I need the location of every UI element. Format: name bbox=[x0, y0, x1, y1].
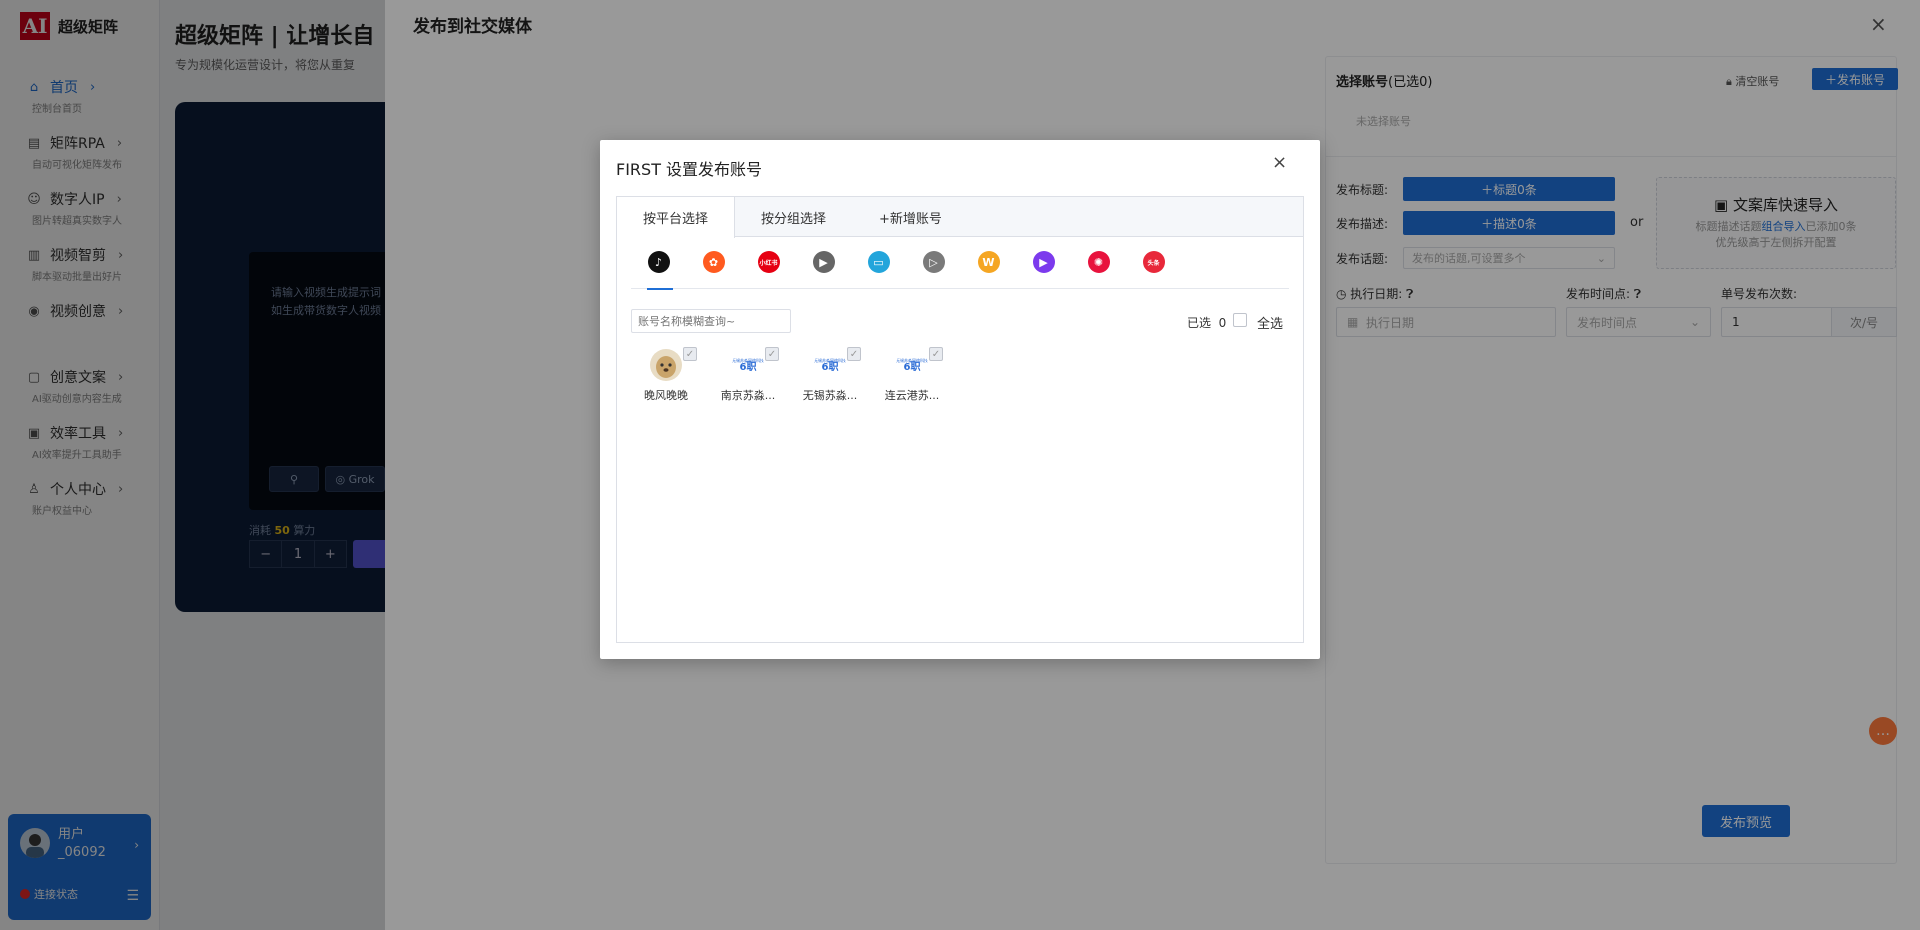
modal-title: FIRST 设置发布账号 bbox=[616, 160, 763, 179]
account-list: ✓ 晚风晚晚 无锡苏淼网络科技 6职 ✓ 南京苏淼... 无锡苏淼网络科技 6职 ✓ 无锡苏淼..… bbox=[631, 347, 947, 403]
platform-kuaishou-lite[interactable]: ✺ bbox=[1071, 251, 1126, 289]
account-search-input[interactable] bbox=[631, 309, 791, 333]
platform-weibo[interactable]: W bbox=[961, 251, 1016, 289]
weibo-icon: W bbox=[977, 251, 1000, 273]
platform-kuaishou[interactable]: ✿ bbox=[686, 251, 741, 289]
account-name: 无锡苏淼... bbox=[802, 389, 858, 402]
account-checkbox[interactable]: ✓ bbox=[765, 347, 779, 361]
shipinhao-icon: ▶ bbox=[812, 251, 835, 273]
platform-xiaohongshu[interactable]: 小红书 bbox=[741, 251, 796, 289]
platform-haokan[interactable]: ▶ bbox=[1016, 251, 1071, 289]
avatar: 无锡苏淼网络科技 6职 bbox=[732, 349, 764, 381]
tab-add-account[interactable]: +新增账号 bbox=[853, 197, 969, 237]
toutiao-icon: 头条 bbox=[1142, 251, 1165, 273]
tab-by-platform[interactable]: 按平台选择 bbox=[617, 197, 736, 238]
haokan-icon: ▶ bbox=[1032, 251, 1055, 273]
avatar: 无锡苏淼网络科技 6职 bbox=[896, 349, 928, 381]
platform-bilibili[interactable]: ▭ bbox=[851, 251, 906, 289]
account-item[interactable]: ✓ 晚风晚晚 bbox=[631, 347, 701, 403]
platform-shipinhao[interactable]: ▶ bbox=[796, 251, 851, 289]
kuaishou-lite-icon: ✺ bbox=[1087, 251, 1110, 273]
account-item[interactable]: 无锡苏淼网络科技 6职 ✓ 南京苏淼... bbox=[713, 347, 783, 403]
platform-list: ♪ ✿ 小红书 ▶ ▭ ▷ W ▶ ✺ 头条 bbox=[631, 251, 1289, 290]
xigua-icon: ▷ bbox=[922, 251, 945, 273]
avatar bbox=[650, 349, 682, 381]
platform-douyin[interactable]: ♪ bbox=[631, 251, 686, 290]
account-checkbox[interactable]: ✓ bbox=[683, 347, 697, 361]
account-checkbox[interactable]: ✓ bbox=[847, 347, 861, 361]
account-name: 连云港苏... bbox=[884, 389, 940, 402]
douyin-icon: ♪ bbox=[647, 251, 670, 273]
select-all-checkbox[interactable] bbox=[1233, 313, 1247, 327]
bilibili-icon: ▭ bbox=[867, 251, 890, 273]
xiaohongshu-icon: 小红书 bbox=[757, 251, 780, 273]
kuaishou-icon: ✿ bbox=[702, 251, 725, 273]
close-icon[interactable]: × bbox=[1272, 152, 1287, 173]
modal-body: 按平台选择 按分组选择 +新增账号 ♪✿小红书▶▭▷W▶✺头条 已选 0 全选 … bbox=[616, 196, 1304, 643]
account-name: 晚风晚晚 bbox=[644, 389, 688, 402]
tab-by-group[interactable]: 按分组选择 bbox=[735, 197, 853, 237]
platform-toutiao[interactable]: 头条 bbox=[1126, 251, 1181, 289]
account-checkbox[interactable]: ✓ bbox=[929, 347, 943, 361]
selected-count: 已选 0 bbox=[1187, 316, 1227, 330]
account-item[interactable]: 无锡苏淼网络科技 6职 ✓ 连云港苏... bbox=[877, 347, 947, 403]
tab-bar: 按平台选择 按分组选择 +新增账号 bbox=[617, 197, 1303, 238]
account-name: 南京苏淼... bbox=[720, 389, 776, 402]
avatar: 无锡苏淼网络科技 6职 bbox=[814, 349, 846, 381]
account-select-modal: FIRST 设置发布账号 × 按平台选择 按分组选择 +新增账号 ♪ ✿ 小红书 ▶ ▭… bbox=[600, 140, 1320, 659]
platform-xigua[interactable]: ▷ bbox=[906, 251, 961, 289]
account-item[interactable]: 无锡苏淼网络科技 6职 ✓ 无锡苏淼... bbox=[795, 347, 865, 403]
select-all-label[interactable]: 全选 bbox=[1257, 313, 1283, 332]
